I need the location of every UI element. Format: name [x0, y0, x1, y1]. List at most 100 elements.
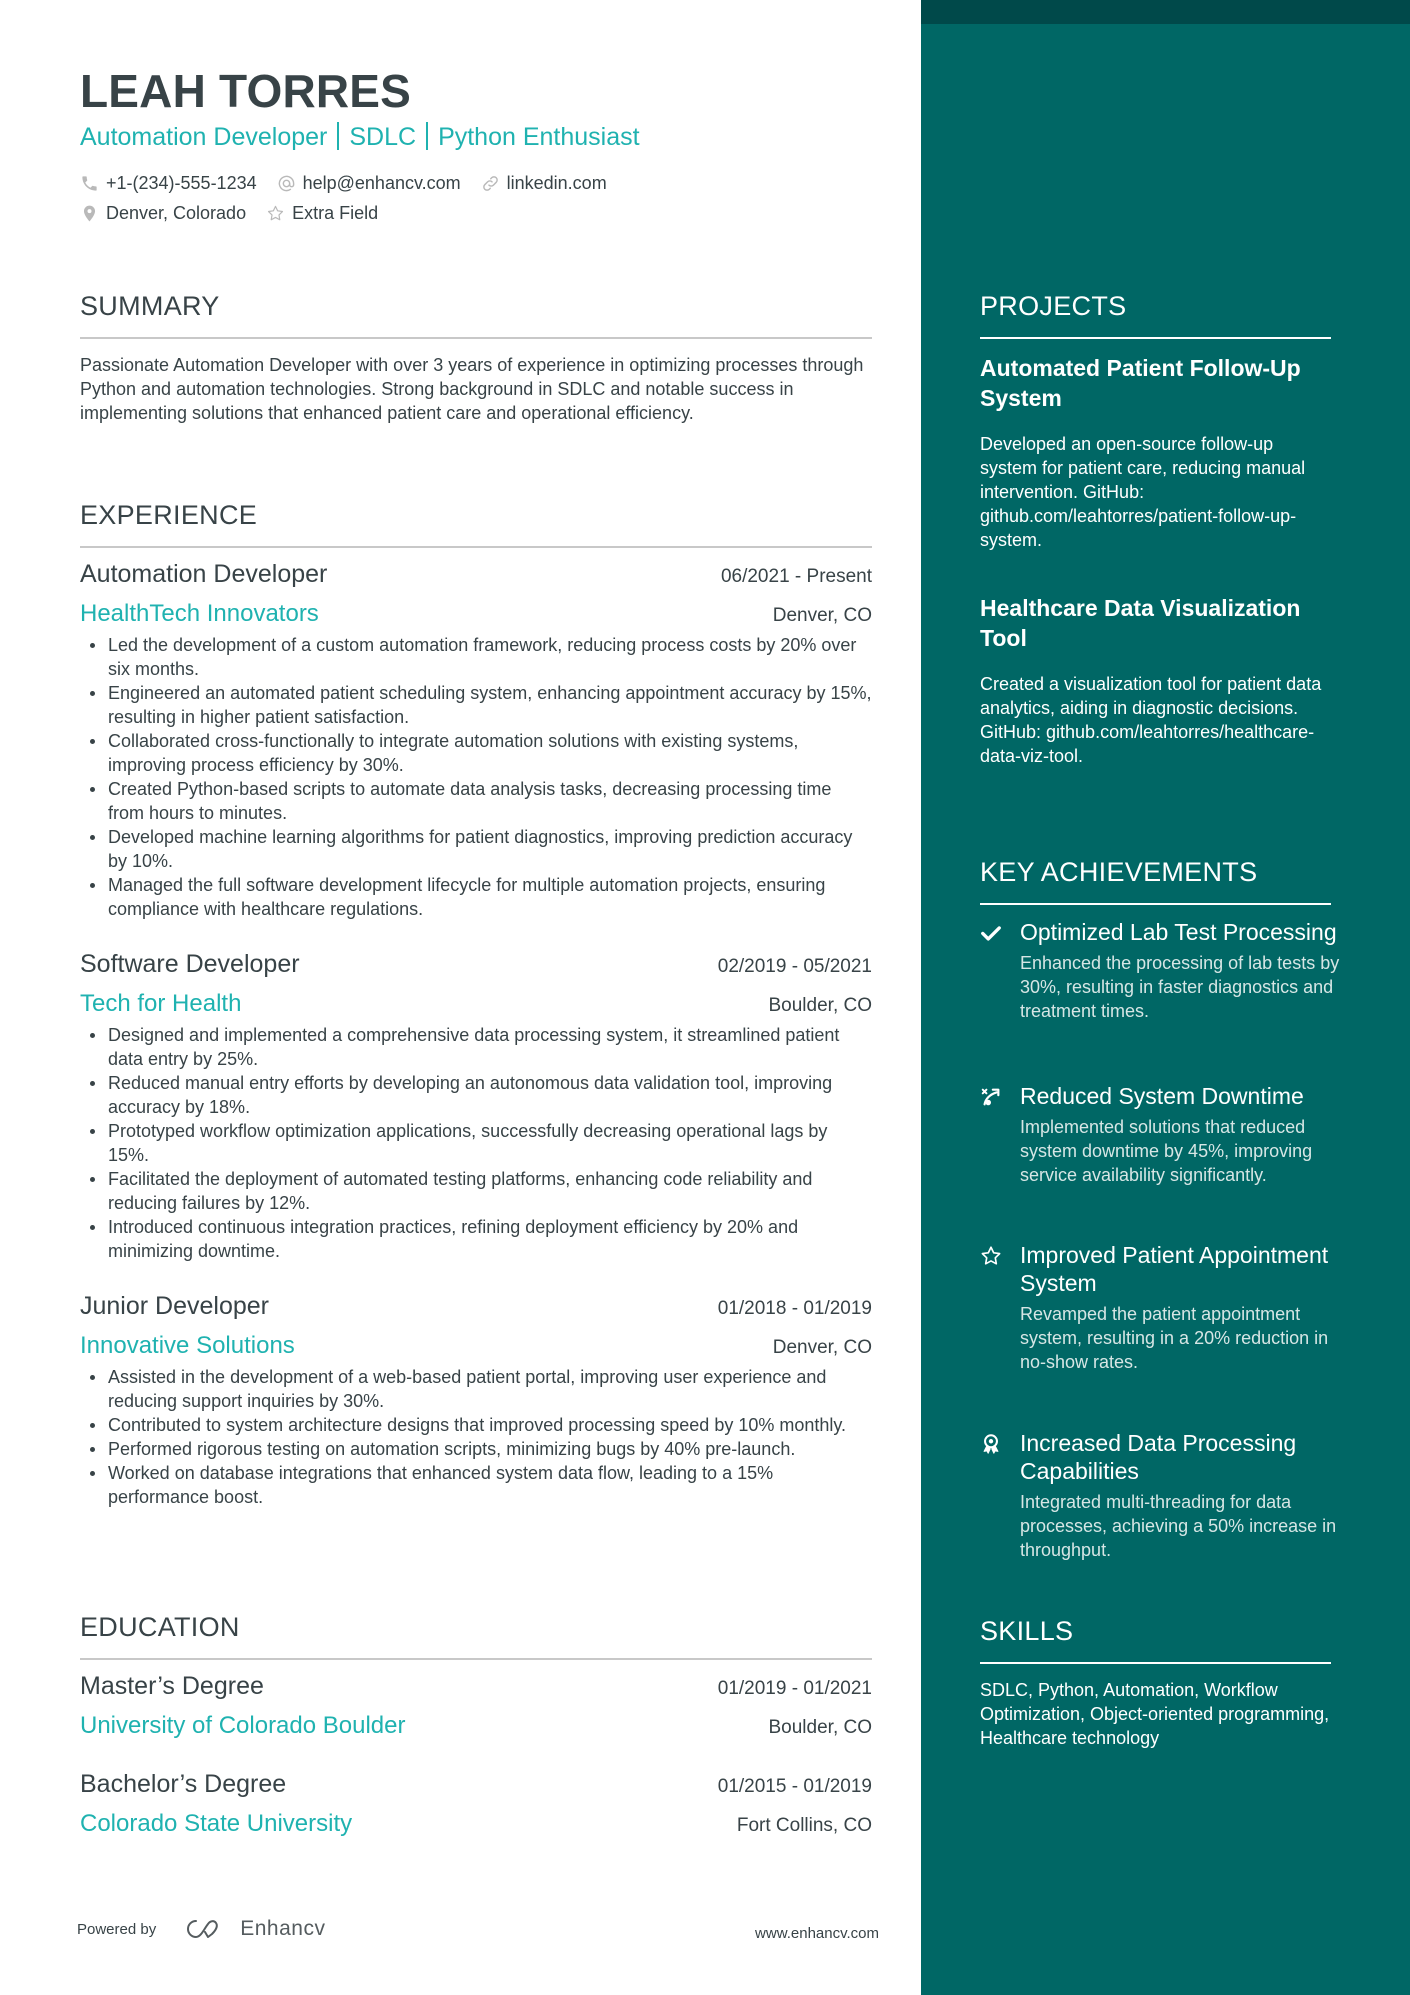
achievement-title: Improved Patient Appointment System [1020, 1242, 1329, 1296]
star-icon [268, 205, 284, 221]
bullet-item: Reduced manual entry efforts by developi… [80, 1071, 872, 1119]
achievement-item: Optimized Lab Test Processing Enhanced t… [980, 918, 1340, 1023]
job-dates: 06/2021 - Present [720, 566, 872, 587]
tagline-part: SDLC [349, 123, 417, 151]
award-medal-icon [983, 1434, 999, 1454]
tagline: Automation Developer SDLC Python Enthusias… [80, 122, 640, 152]
job-location: Denver, CO [772, 1337, 872, 1358]
summary-title: SUMMARY [80, 291, 220, 321]
job-bullets: Designed and implemented a comprehensive… [80, 1023, 872, 1263]
achievement-item: Reduced System Downtime Implemented solu… [980, 1082, 1340, 1187]
contact-extra: Extra Field [266, 203, 378, 224]
tagline-separator [337, 122, 340, 150]
education-divider [80, 1658, 872, 1660]
project-title: Automated Patient Follow-Up System [980, 355, 1301, 411]
job-bullets: Assisted in the development of a web-bas… [80, 1365, 872, 1509]
bullet-item: Facilitated the deployment of automated … [80, 1167, 872, 1215]
website-link[interactable]: www.enhancv.com [755, 1925, 879, 1942]
bullet-item: Developed machine learning algorithms fo… [80, 825, 872, 873]
achievement-title: Reduced System Downtime [1020, 1083, 1304, 1109]
bullet-item: Introduced continuous integration practi… [80, 1215, 872, 1263]
tagline-part: Python Enthusiast [438, 123, 640, 151]
project-entry: Automated Patient Follow-Up System Devel… [980, 353, 1330, 552]
school-name: Colorado State University [80, 1810, 353, 1837]
enhancv-logo-icon [187, 1920, 218, 1938]
job-location: Boulder, CO [768, 995, 873, 1016]
bullet-item: Led the development of a custom automati… [80, 633, 872, 681]
candidate-name: LEAH TORRES [80, 65, 412, 117]
strategy-path-icon [981, 1088, 1000, 1106]
bullet-item: Assisted in the development of a web-bas… [80, 1365, 872, 1413]
achievement-description: Revamped the patient appointment system,… [1020, 1304, 1329, 1372]
achievement-item: Increased Data Processing Capabilities I… [980, 1429, 1340, 1562]
contact-email[interactable]: help@enhancv.com [277, 173, 461, 194]
school-location: Fort Collins, CO [736, 1815, 872, 1836]
skills-divider [980, 1662, 1331, 1664]
phone-text: +1-(234)-555-1234 [106, 173, 257, 193]
school-name: University of Colorado Boulder [80, 1712, 406, 1739]
experience-divider [80, 546, 872, 548]
contact-row: Denver, Colorado Extra Field [80, 203, 398, 224]
tagline-part: Automation Developer [80, 123, 328, 151]
degree: Master’s Degree [80, 1672, 264, 1700]
sidebar-top-band [921, 0, 1410, 24]
achievements-divider [980, 903, 1331, 905]
link-text: linkedin.com [506, 173, 607, 193]
job-dates: 01/2018 - 01/2019 [717, 1298, 872, 1319]
job-entry: Junior Developer 01/2018 - 01/2019 Innov… [80, 1292, 872, 1509]
bullet-item: Engineered an automated patient scheduli… [80, 681, 872, 729]
powered-by-label: Powered by [77, 1920, 157, 1938]
company-name: HealthTech Innovators [80, 600, 319, 627]
education-entry: Bachelor’s Degree 01/2015 - 01/2019 Colo… [80, 1770, 872, 1840]
star-icon [981, 1246, 1001, 1265]
job-bullets: Led the development of a custom automati… [80, 633, 872, 921]
powered-by: Powered by Enhancv [77, 1916, 325, 1942]
bullet-item: Created Python-based scripts to automate… [80, 777, 872, 825]
location-text: Denver, Colorado [106, 203, 247, 223]
education-dates: 01/2019 - 01/2021 [717, 1678, 872, 1699]
project-entry: Healthcare Data Visualization Tool Creat… [980, 593, 1330, 768]
extra-text: Extra Field [292, 203, 379, 223]
at-icon [278, 175, 294, 192]
projects-divider [980, 337, 1331, 339]
job-dates: 02/2019 - 05/2021 [717, 956, 872, 977]
achievement-description: Enhanced the processing of lab tests by … [1020, 953, 1340, 1021]
brand-name: Enhancv [240, 1917, 326, 1940]
education-dates: 01/2015 - 01/2019 [717, 1776, 872, 1797]
skills-title: SKILLS [980, 1616, 1074, 1646]
achievement-title: Increased Data Processing Capabilities [1020, 1430, 1297, 1484]
skills-list: SDLC, Python, Automation, Workflow Optim… [980, 1680, 1330, 1748]
job-title: Automation Developer [80, 560, 328, 588]
contact-row: +1-(234)-555-1234 help@enhancv.com linke… [80, 173, 627, 194]
email-text: help@enhancv.com [302, 173, 461, 193]
bullet-item: Collaborated cross-functionally to integ… [80, 729, 872, 777]
degree: Bachelor’s Degree [80, 1770, 287, 1798]
company-name: Innovative Solutions [80, 1332, 295, 1359]
achievements-title: KEY ACHIEVEMENTS [980, 857, 1258, 887]
contact-link[interactable]: linkedin.com [481, 173, 607, 194]
project-description: Developed an open-source follow-up syste… [980, 434, 1306, 550]
contact-phone[interactable]: +1-(234)-555-1234 [80, 173, 257, 194]
job-title: Software Developer [80, 950, 300, 978]
job-entry: Automation Developer 06/2021 - Present H… [80, 560, 872, 921]
link-icon [482, 176, 498, 191]
bullet-item: Managed the full software development li… [80, 873, 872, 921]
company-name: Tech for Health [80, 990, 242, 1017]
footer: Powered by Enhancv www.enhancv.com [77, 1916, 879, 1942]
summary-text: Passionate Automation Developer with ove… [80, 355, 864, 423]
bullet-item: Performed rigorous testing on automation… [80, 1437, 872, 1461]
school-location: Boulder, CO [768, 1717, 873, 1738]
project-title: Healthcare Data Visualization Tool [980, 595, 1301, 651]
tagline-separator [426, 122, 429, 150]
brand-logo[interactable]: Enhancv [182, 1916, 325, 1942]
job-location: Denver, CO [772, 605, 872, 626]
job-entry: Software Developer 02/2019 - 05/2021 Tec… [80, 950, 872, 1263]
summary-divider [80, 337, 872, 339]
bullet-item: Contributed to system architecture desig… [80, 1413, 872, 1437]
education-entry: Master’s Degree 01/2019 - 01/2021 Univer… [80, 1672, 872, 1742]
achievement-title: Optimized Lab Test Processing [1020, 919, 1337, 945]
contact-location: Denver, Colorado [80, 203, 246, 224]
achievement-item: Improved Patient Appointment System Reva… [980, 1241, 1340, 1374]
job-title: Junior Developer [80, 1292, 269, 1320]
bullet-item: Prototyped workflow optimization applica… [80, 1119, 872, 1167]
